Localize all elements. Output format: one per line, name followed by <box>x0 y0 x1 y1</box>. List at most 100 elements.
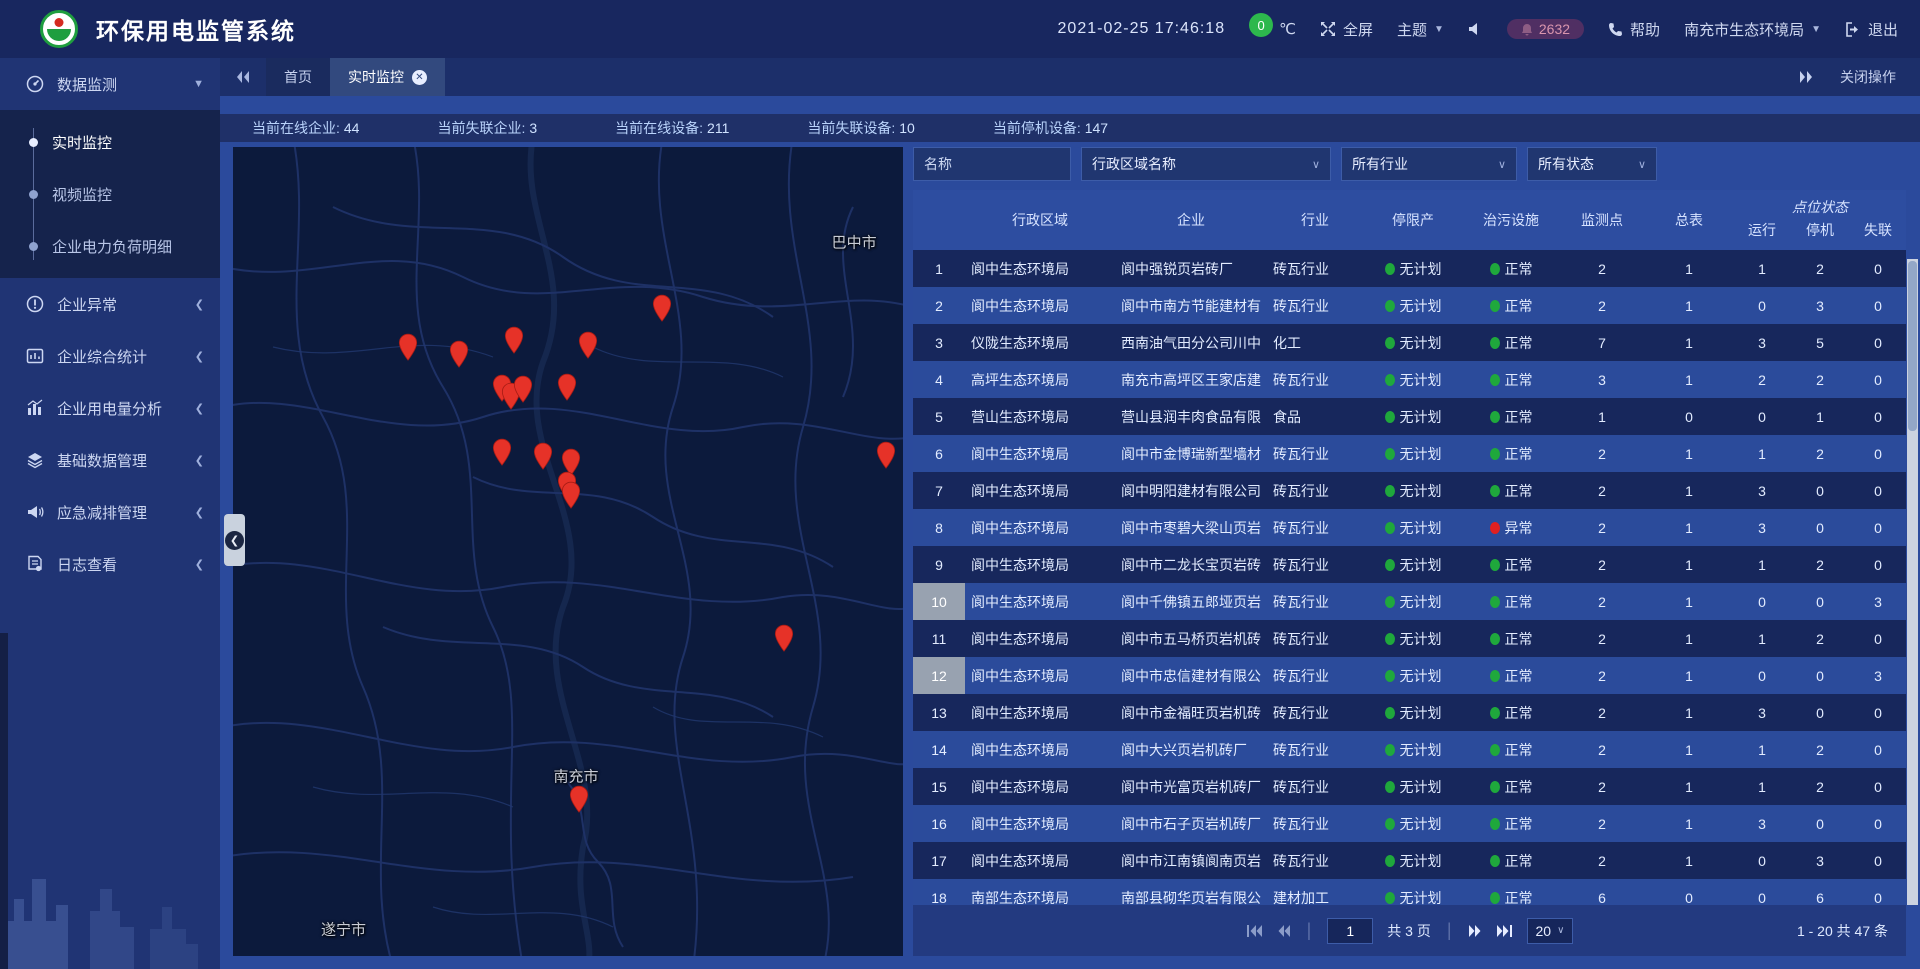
table-scrollbar[interactable] <box>1907 259 1918 905</box>
logout-button[interactable]: 退出 <box>1845 19 1898 40</box>
bell-icon <box>1521 23 1533 36</box>
sidebar-item-emergency-reduction[interactable]: 应急减排管理 ❮ <box>0 486 220 538</box>
next-page-button[interactable] <box>1468 924 1482 938</box>
region-select[interactable]: 行政区域名称∨ <box>1081 147 1331 181</box>
map-marker-pin[interactable] <box>557 373 577 401</box>
name-search-input[interactable] <box>913 147 1071 181</box>
green-dot-icon <box>1490 337 1500 349</box>
cell-run: 1 <box>1733 557 1791 573</box>
table-row[interactable]: 10阆中生态环境局阆中千佛镇五郎垭页岩砖瓦行业无计划正常21003 <box>913 583 1906 620</box>
table-row[interactable]: 18南部生态环境局南部县砌华页岩有限公建材加工无计划正常60060 <box>913 879 1906 905</box>
cell-run: 1 <box>1733 261 1791 277</box>
col-limit: 停限产 <box>1363 210 1463 230</box>
table-row[interactable]: 8阆中生态环境局阆中市枣碧大梁山页岩砖瓦行业无计划异常21300 <box>913 509 1906 546</box>
green-dot-icon <box>1385 707 1395 719</box>
sidebar-item-power-analysis[interactable]: 企业用电量分析 ❮ <box>0 382 220 434</box>
status-select[interactable]: 所有状态∨ <box>1527 147 1657 181</box>
table-row[interactable]: 4高坪生态环境局南充市高坪区王家店建砖瓦行业无计划正常31220 <box>913 361 1906 398</box>
sidebar-item-power-load-detail[interactable]: 企业电力负荷明细 <box>0 220 220 272</box>
green-dot-icon <box>1490 596 1500 608</box>
table-row[interactable]: 6阆中生态环境局阆中市金博瑞新型墙材砖瓦行业无计划正常21120 <box>913 435 1906 472</box>
cell-facility-status: 正常 <box>1463 814 1559 834</box>
help-button[interactable]: 帮助 <box>1608 19 1660 40</box>
table-row[interactable]: 7阆中生态环境局阆中明阳建材有限公司砖瓦行业无计划正常21300 <box>913 472 1906 509</box>
map-marker-pin[interactable] <box>569 785 589 813</box>
cell-index: 8 <box>913 509 965 546</box>
map-marker-pin[interactable] <box>876 441 896 469</box>
cell-company: 阆中市南方节能建材有 <box>1115 296 1267 316</box>
cell-index: 17 <box>913 842 965 879</box>
cell-index: 14 <box>913 731 965 768</box>
cell-points: 2 <box>1559 298 1645 314</box>
theme-dropdown[interactable]: 主题▼ <box>1397 19 1444 40</box>
map-marker-pin[interactable] <box>449 340 469 368</box>
map-marker-pin[interactable] <box>513 376 533 404</box>
cell-run: 0 <box>1733 409 1791 425</box>
map[interactable]: 巴中市南充市遂宁市 <box>233 147 903 956</box>
mute-button[interactable] <box>1468 22 1483 36</box>
notification-badge[interactable]: 2632 <box>1507 19 1584 39</box>
map-collapse-button[interactable]: ❮ <box>224 514 245 566</box>
fullscreen-button[interactable]: 全屏 <box>1320 19 1373 40</box>
cell-run: 3 <box>1733 335 1791 351</box>
cell-district: 阆中生态环境局 <box>965 851 1115 871</box>
map-marker-pin[interactable] <box>652 295 672 323</box>
sidebar-item-enterprise-statistics[interactable]: 企业综合统计 ❮ <box>0 330 220 382</box>
table-row[interactable]: 15阆中生态环境局阆中市光富页岩机砖厂砖瓦行业无计划正常21120 <box>913 768 1906 805</box>
tab-realtime-monitoring[interactable]: 实时监控 ✕ <box>330 58 445 96</box>
page-size-select[interactable]: 20∨ <box>1527 918 1574 944</box>
map-marker-pin[interactable] <box>578 331 598 359</box>
cell-lost: 0 <box>1849 705 1906 721</box>
map-marker-pin[interactable] <box>774 625 794 653</box>
table-row[interactable]: 1阆中生态环境局阆中强锐页岩砖厂砖瓦行业无计划正常21120 <box>913 250 1906 287</box>
sidebar-item-video-monitoring[interactable]: 视频监控 <box>0 168 220 220</box>
speaker-icon <box>1468 22 1483 36</box>
cell-limit-status: 无计划 <box>1363 814 1463 834</box>
close-operations-button[interactable]: 关闭操作 <box>1840 67 1896 87</box>
table-row[interactable]: 11阆中生态环境局阆中市五马桥页岩机砖砖瓦行业无计划正常21120 <box>913 620 1906 657</box>
map-marker-pin[interactable] <box>533 443 553 471</box>
map-marker-pin[interactable] <box>398 334 418 362</box>
sidebar-item-data-monitoring[interactable]: 数据监测 ▼ <box>0 58 220 110</box>
prev-page-button[interactable] <box>1277 924 1291 938</box>
table-row[interactable]: 5营山生态环境局营山县润丰肉食品有限食品无计划正常10010 <box>913 398 1906 435</box>
double-chevron-right-icon[interactable] <box>1798 70 1814 84</box>
cell-industry: 砖瓦行业 <box>1267 740 1363 760</box>
org-dropdown[interactable]: 南充市生态环境局▼ <box>1684 19 1821 40</box>
table-row[interactable]: 12阆中生态环境局阆中市忠信建材有限公砖瓦行业无计划正常21003 <box>913 657 1906 694</box>
brand: 环保用电监管系统 <box>0 10 560 48</box>
cell-industry: 砖瓦行业 <box>1267 555 1363 575</box>
first-page-button[interactable] <box>1246 924 1263 938</box>
cell-district: 阆中生态环境局 <box>965 555 1115 575</box>
scrollbar-thumb[interactable] <box>1908 261 1917 431</box>
table-row[interactable]: 14阆中生态环境局阆中大兴页岩机砖厂砖瓦行业无计划正常21120 <box>913 731 1906 768</box>
sidebar-item-realtime-monitoring[interactable]: 实时监控 <box>0 116 220 168</box>
cell-industry: 砖瓦行业 <box>1267 629 1363 649</box>
tabs-scroll-left-button[interactable] <box>220 58 266 96</box>
cell-industry: 砖瓦行业 <box>1267 703 1363 723</box>
map-marker-pin[interactable] <box>504 326 524 354</box>
table-row[interactable]: 3仪陇生态环境局西南油气田分公司川中化工无计划正常71350 <box>913 324 1906 361</box>
table-row[interactable]: 2阆中生态环境局阆中市南方节能建材有砖瓦行业无计划正常21030 <box>913 287 1906 324</box>
app-logo <box>40 10 78 48</box>
cell-stop: 3 <box>1791 853 1849 869</box>
tab-close-icon[interactable]: ✕ <box>412 70 427 85</box>
cell-points: 2 <box>1559 594 1645 610</box>
table-row[interactable]: 9阆中生态环境局阆中市二龙长宝页岩砖砖瓦行业无计划正常21120 <box>913 546 1906 583</box>
cell-run: 0 <box>1733 853 1791 869</box>
map-marker-pin[interactable] <box>561 482 581 510</box>
table-row[interactable]: 13阆中生态环境局阆中市金福旺页岩机砖砖瓦行业无计划正常21300 <box>913 694 1906 731</box>
tab-home[interactable]: 首页 <box>266 58 330 96</box>
table-row[interactable]: 17阆中生态环境局阆中市江南镇阆南页岩砖瓦行业无计划正常21030 <box>913 842 1906 879</box>
sidebar-item-log-view[interactable]: 日志查看 ❮ <box>0 538 220 590</box>
cell-stop: 0 <box>1791 594 1849 610</box>
page-number-input[interactable] <box>1327 918 1373 944</box>
sidebar-item-enterprise-abnormal[interactable]: 企业异常 ❮ <box>0 278 220 330</box>
last-page-button[interactable] <box>1496 924 1513 938</box>
map-marker-pin[interactable] <box>492 439 512 467</box>
cell-district: 高坪生态环境局 <box>965 370 1115 390</box>
industry-select[interactable]: 所有行业∨ <box>1341 147 1517 181</box>
table-row[interactable]: 16阆中生态环境局阆中市石子页岩机砖厂砖瓦行业无计划正常21300 <box>913 805 1906 842</box>
sidebar-item-base-data[interactable]: 基础数据管理 ❮ <box>0 434 220 486</box>
double-chevron-left-icon <box>235 70 251 84</box>
